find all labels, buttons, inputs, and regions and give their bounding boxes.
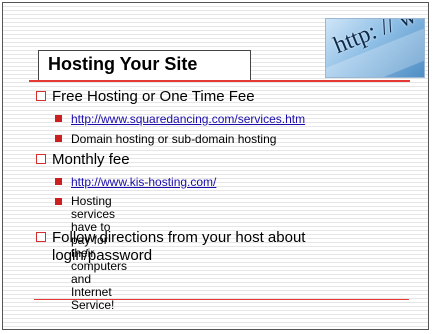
filled-square-bullet-icon — [55, 178, 62, 185]
filled-square-bullet-icon — [55, 115, 62, 122]
kis-hosting-link[interactable]: http://www.kis-hosting.com/ — [71, 175, 216, 189]
url-photo-image: http: // www — [326, 19, 424, 77]
bullet-line: Follow directions from your host about — [52, 229, 306, 246]
filled-square-bullet-icon — [55, 135, 62, 142]
slide-title: Hosting Your Site — [48, 54, 198, 74]
bullet-text: Free Hosting or One Time Fee — [52, 88, 255, 105]
footer-divider — [34, 299, 409, 300]
slide: http: // www Hosting Your Site Free Host… — [2, 2, 429, 330]
title-divider — [29, 80, 410, 82]
bullet-text: Monthly fee — [52, 151, 130, 168]
filled-square-bullet-icon — [55, 198, 62, 205]
squaredancing-link[interactable]: http://www.squaredancing.com/services.ht… — [71, 112, 305, 126]
sub-bullet-text: Domain hosting or sub-domain hosting — [71, 132, 277, 146]
hollow-square-bullet-icon — [36, 154, 46, 164]
title-box: Hosting Your Site — [38, 50, 251, 80]
bullet-text: Follow directions from your host about l… — [52, 229, 305, 265]
bullet-line: login/password — [52, 247, 153, 264]
hollow-square-bullet-icon — [36, 232, 46, 242]
sub-bullet-line: computers and Internet Service! — [71, 259, 128, 312]
hollow-square-bullet-icon — [36, 91, 46, 101]
